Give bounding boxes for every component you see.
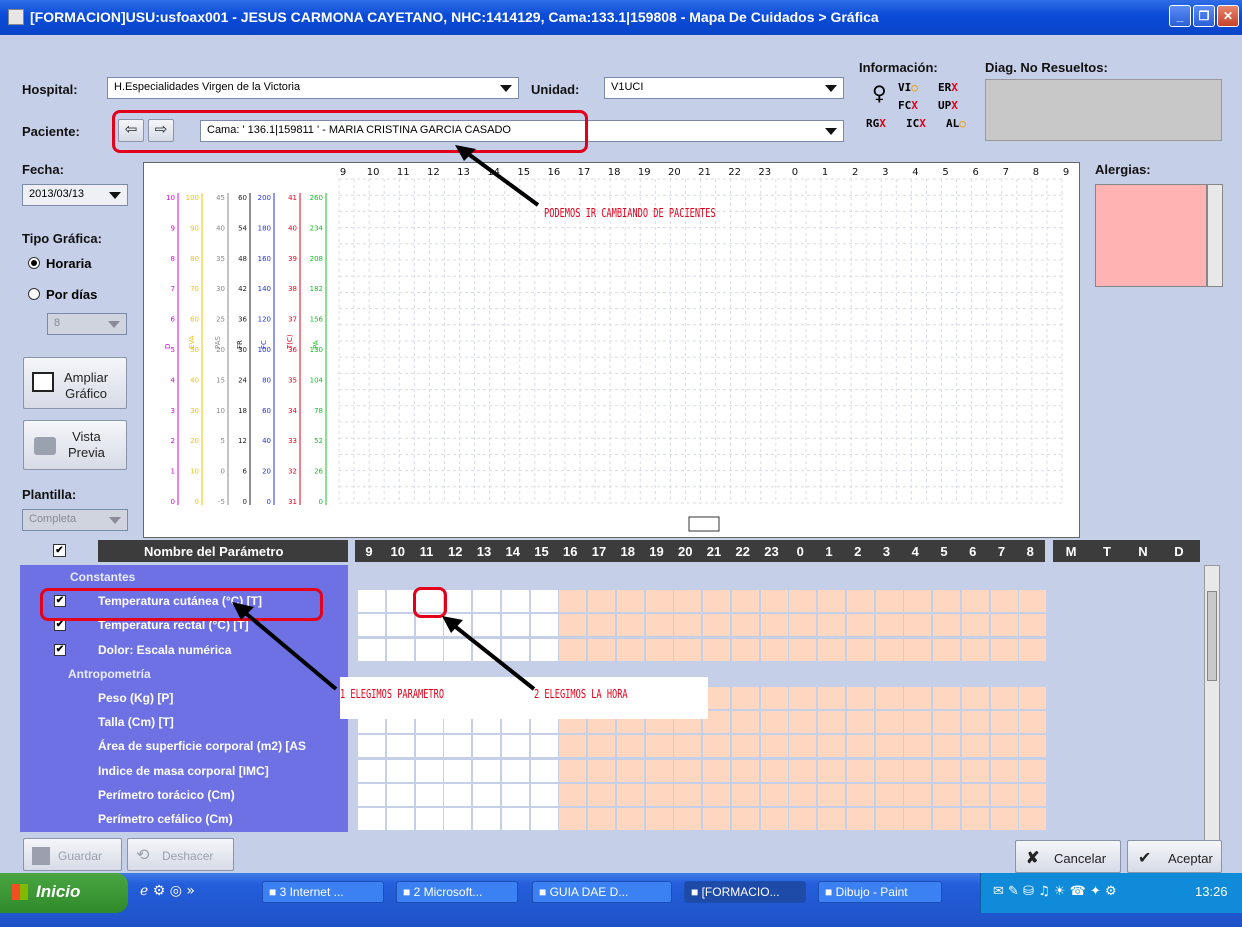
clock: 13:26 — [1195, 884, 1228, 899]
system-tray: ✉ ✎ ⛁ ♫ ☀ ☎ ✦ ⚙ 13:26 — [980, 873, 1242, 913]
aceptar-button[interactable]: ✔ Aceptar — [1127, 840, 1222, 873]
close-button[interactable]: ✕ — [1217, 5, 1239, 27]
taskbar-item-label: GUIA DAE D... — [549, 885, 629, 899]
deshacer-button: ⟲ Deshacer — [127, 838, 234, 871]
app-icon: ■ — [403, 885, 414, 899]
title-bar: [FORMACION]USU:usfoax001 - JESUS CARMONA… — [0, 0, 1242, 35]
taskbar-item[interactable]: ■ 2 Microsoft... — [396, 881, 518, 903]
taskbar-item[interactable]: ■ GUIA DAE D... — [532, 881, 672, 903]
main-panel: Hospital: H.Especialidades Virgen de la … — [0, 35, 1242, 873]
start-label: Inicio — [36, 882, 81, 901]
taskbar-item-label: Dibujo - Paint — [835, 885, 908, 899]
aceptar-label: Aceptar — [1168, 851, 1213, 866]
windows-logo-icon — [12, 884, 28, 900]
check-icon: ✔ — [1138, 850, 1152, 867]
java-app-icon — [8, 9, 24, 25]
app-icon: ■ — [539, 885, 550, 899]
taskbar-item-label: [FORMACIO... — [701, 885, 780, 899]
save-icon — [32, 847, 50, 865]
cancel-x-icon: ✘ — [1026, 850, 1040, 867]
tray-icons[interactable]: ✉ ✎ ⛁ ♫ ☀ ☎ ✦ ⚙ — [993, 884, 1117, 899]
window-title: [FORMACION]USU:usfoax001 - JESUS CARMONA… — [30, 9, 879, 25]
guardar-button: Guardar — [23, 838, 122, 871]
taskbar-item-label: 3 Internet ... — [279, 885, 344, 899]
arrow-hora — [450, 622, 536, 691]
app-icon: ■ — [691, 885, 702, 899]
cancelar-button[interactable]: ✘ Cancelar — [1015, 840, 1121, 873]
deshacer-label: Deshacer — [162, 849, 214, 863]
quick-launch[interactable]: ℯ ⚙ ◎ » — [140, 883, 195, 899]
taskbar-item[interactable]: ■ 3 Internet ... — [262, 881, 384, 903]
taskbar-item[interactable]: ■ Dibujo - Paint — [818, 881, 942, 903]
taskbar-item-label: 2 Microsoft... — [413, 885, 483, 899]
maximize-button[interactable]: ❐ — [1193, 5, 1215, 27]
annotation-arrows — [232, 145, 540, 691]
taskbar: Inicio ℯ ⚙ ◎ » ■ 3 Internet ... ■ 2 Micro… — [0, 873, 1242, 927]
minimize-button[interactable]: _ — [1169, 5, 1191, 27]
undo-icon: ⟲ — [136, 847, 150, 864]
app-icon: ■ — [825, 885, 836, 899]
arrow-pacientes — [465, 151, 540, 207]
app-icon: ■ — [269, 885, 280, 899]
cancelar-label: Cancelar — [1054, 851, 1107, 866]
arrow-parametro — [241, 609, 338, 691]
start-button[interactable]: Inicio — [0, 873, 128, 913]
guardar-label: Guardar — [58, 849, 103, 863]
taskbar-item[interactable]: ■ [FORMACIO... — [684, 881, 806, 903]
